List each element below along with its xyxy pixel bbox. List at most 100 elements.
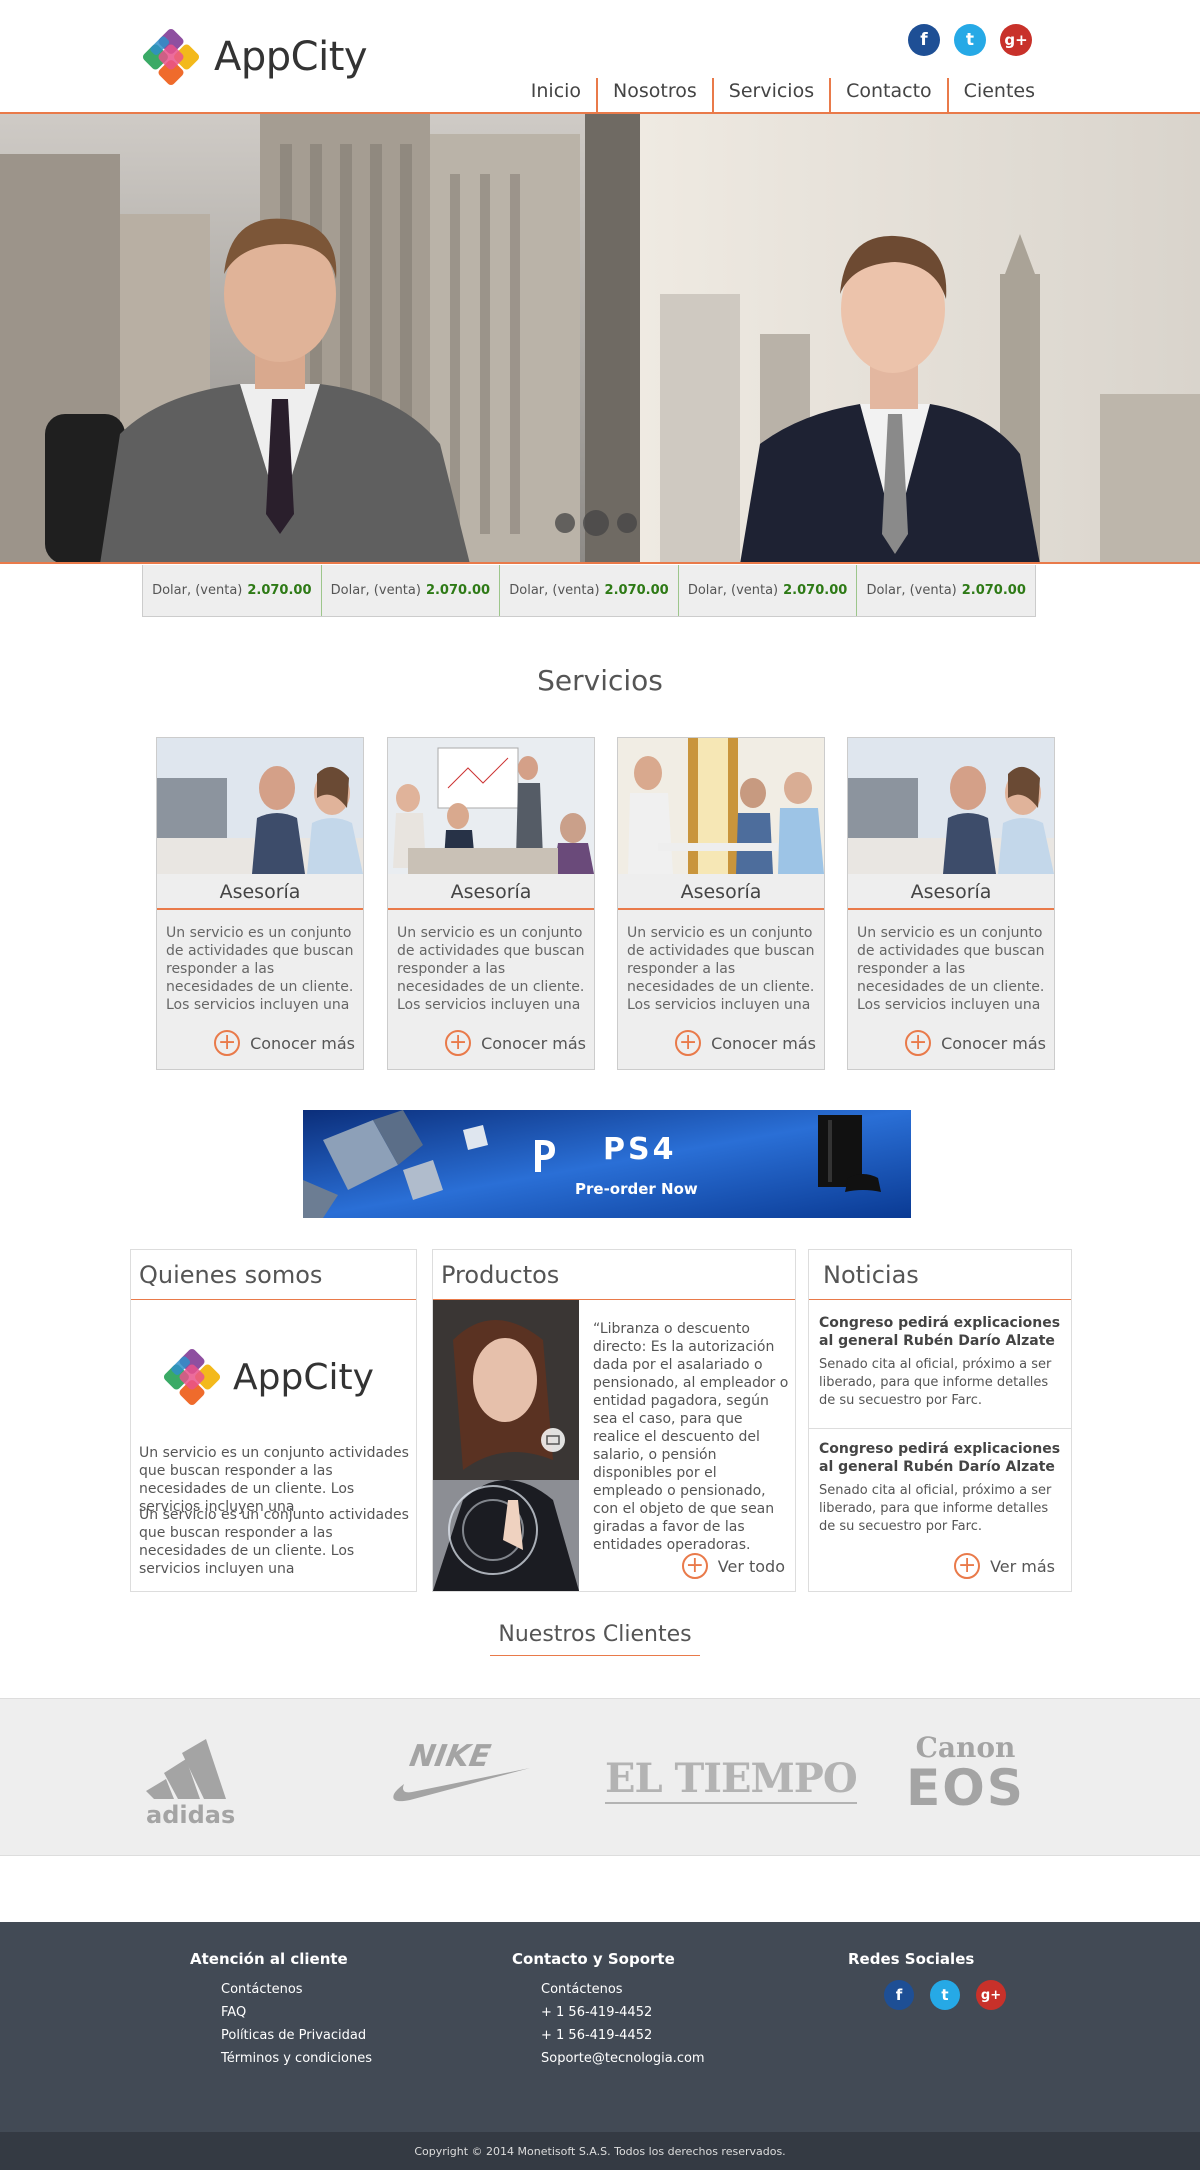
noticias-panel: Noticias Congreso pedirá explicaciones a… [808,1249,1072,1592]
conocer-mas-link[interactable]: + Conocer más [618,1030,824,1056]
footer-link[interactable]: Contáctenos [541,1982,705,1997]
site-footer: Atención al cliente Contáctenos FAQ Polí… [0,1922,1200,2132]
nike-text: NIKE [406,1739,494,1774]
quienes-logo: AppCity [163,1342,374,1412]
service-card: Asesoría Un servicio es un conjunto de a… [156,737,364,1070]
logo-icon [142,28,200,86]
service-photo [848,738,1054,874]
facebook-icon[interactable]: f [884,1980,914,2010]
slider-dot[interactable] [617,513,637,533]
footer-col-redes: Redes Sociales f t g+ [848,1950,1006,2010]
slider-dot[interactable] [555,513,575,533]
hero-image [0,114,1200,562]
service-title: Asesoría [157,874,363,910]
service-text: Un servicio es un conjunto de actividade… [397,925,585,1013]
service-title: Asesoría [618,874,824,910]
ticker-item: Dolar, (venta) 2.070.00 [677,565,857,616]
ticker-item: Dolar, (venta) 2.070.00 [143,565,321,616]
ps4-banner[interactable]: PS4 Pre-order Now [303,1110,911,1218]
logo-icon [163,1348,221,1406]
news-headline[interactable]: Congreso pedirá explicaciones al general… [819,1440,1065,1476]
news-body: Senado cita al oficial, próximo a ser li… [819,1357,1052,1408]
footer-col-title: Redes Sociales [848,1950,975,1968]
ver-mas-label: Ver más [990,1556,1055,1576]
plus-circle-icon: + [681,1553,708,1579]
footer-phone: + 1 56-419-4452 [541,2005,653,2020]
quienes-panel: Quienes somos AppCity Un servicio es un … [130,1249,417,1592]
footer-link[interactable]: Contáctenos [221,1982,372,1997]
nav-nosotros[interactable]: Nosotros [596,78,712,112]
service-photo [388,738,594,874]
news-headline[interactable]: Congreso pedirá explicaciones al general… [819,1314,1065,1350]
conocer-mas-link[interactable]: + Conocer más [848,1030,1054,1056]
copyright: Copyright © 2014 Monetisoft S.A.S. Todos… [0,2132,1200,2170]
ver-todo-link[interactable]: + Ver todo [681,1553,793,1579]
conocer-mas-link[interactable]: + Conocer más [157,1030,363,1056]
googleplus-icon[interactable]: g+ [976,1980,1006,2010]
service-title: Asesoría [848,874,1054,910]
ticker-label: Dolar, (venta) [687,583,779,598]
service-photo [618,738,824,874]
adidas-text: adidas [146,1801,236,1829]
ticker-value: 2.070.00 [604,583,669,598]
news-item[interactable]: Congreso pedirá explicaciones al general… [819,1440,1065,1536]
productos-title: Productos [433,1250,795,1300]
service-text: Un servicio es un conjunto de actividade… [166,925,354,1013]
ticker-label: Dolar, (venta) [866,583,957,598]
nav-contacto[interactable]: Contacto [829,78,947,112]
productos-text: “Libranza o descuento directo: Es la aut… [593,1321,789,1553]
twitter-icon[interactable]: t [954,24,986,56]
quienes-text: Un servicio es un conjunto actividades q… [139,1507,409,1577]
footer-col-title: Atención al cliente [190,1950,348,1968]
slider-dot-active[interactable] [583,510,609,536]
logo-text: AppCity [214,34,368,80]
ticker-value: 2.070.00 [247,583,312,598]
ticker-label: Dolar, (venta) [330,583,421,598]
adidas-stripes-icon [146,1739,226,1799]
footer-link[interactable]: Políticas de Privacidad [221,2028,372,2043]
plus-circle-icon: + [445,1030,472,1056]
service-text: Un servicio es un conjunto de actividade… [627,925,815,1013]
footer-link[interactable]: FAQ [221,2005,372,2020]
ver-mas-link[interactable]: + Ver más [954,1553,1063,1579]
canon-eos-logo[interactable]: Canon EOS [888,1731,1043,1813]
conocer-mas-label: Conocer más [481,1033,586,1053]
services-title: Servicios [537,664,663,697]
facebook-icon[interactable]: f [908,24,940,56]
header-social: f t g+ [908,24,1032,56]
noticias-title: Noticias [809,1250,1071,1300]
hero-slider [0,114,1200,564]
quienes-title: Quienes somos [131,1250,416,1300]
el-tiempo-logo[interactable]: EL TIEMPO [605,1755,858,1804]
nav-servicios[interactable]: Servicios [711,78,829,112]
ticker-value: 2.070.00 [961,583,1026,598]
twitter-icon[interactable]: t [930,1980,960,2010]
plus-circle-icon: + [214,1030,241,1056]
plus-circle-icon: + [954,1553,981,1579]
footer-phone: + 1 56-419-4452 [541,2028,653,2043]
ticker-item: Dolar, (venta) 2.070.00 [856,565,1035,616]
banner-cta[interactable]: Pre-order Now [575,1180,698,1198]
conocer-mas-link[interactable]: + Conocer más [388,1030,594,1056]
productos-panel: Productos “Libranza o descuento directo:… [432,1249,796,1592]
ver-todo-label: Ver todo [717,1556,785,1576]
site-logo[interactable]: AppCity [142,22,368,92]
service-title: Asesoría [388,874,594,910]
news-item[interactable]: Congreso pedirá explicaciones al general… [819,1314,1065,1410]
nav-clientes[interactable]: Cientes [946,78,1050,112]
service-photo [157,738,363,874]
service-card: Asesoría Un servicio es un conjunto de a… [617,737,825,1070]
adidas-logo[interactable]: adidas [146,1729,261,1829]
site-header: AppCity f t g+ Inicio Nosotros Servicios… [0,0,1200,114]
googleplus-icon[interactable]: g+ [1000,24,1032,56]
nav-inicio[interactable]: Inicio [516,78,596,112]
clients-title: Nuestros Clientes [490,1622,700,1656]
ticker-label: Dolar, (venta) [509,583,600,598]
nike-logo[interactable]: NIKE [390,1739,530,1819]
footer-email[interactable]: Soporte@tecnologia.com [541,2051,705,2066]
plus-circle-icon: + [905,1030,932,1056]
footer-link[interactable]: Términos y condiciones [221,2051,372,2066]
conocer-mas-label: Conocer más [250,1033,355,1053]
main-nav: Inicio Nosotros Servicios Contacto Cient… [516,78,1050,112]
conocer-mas-label: Conocer más [941,1033,1046,1053]
